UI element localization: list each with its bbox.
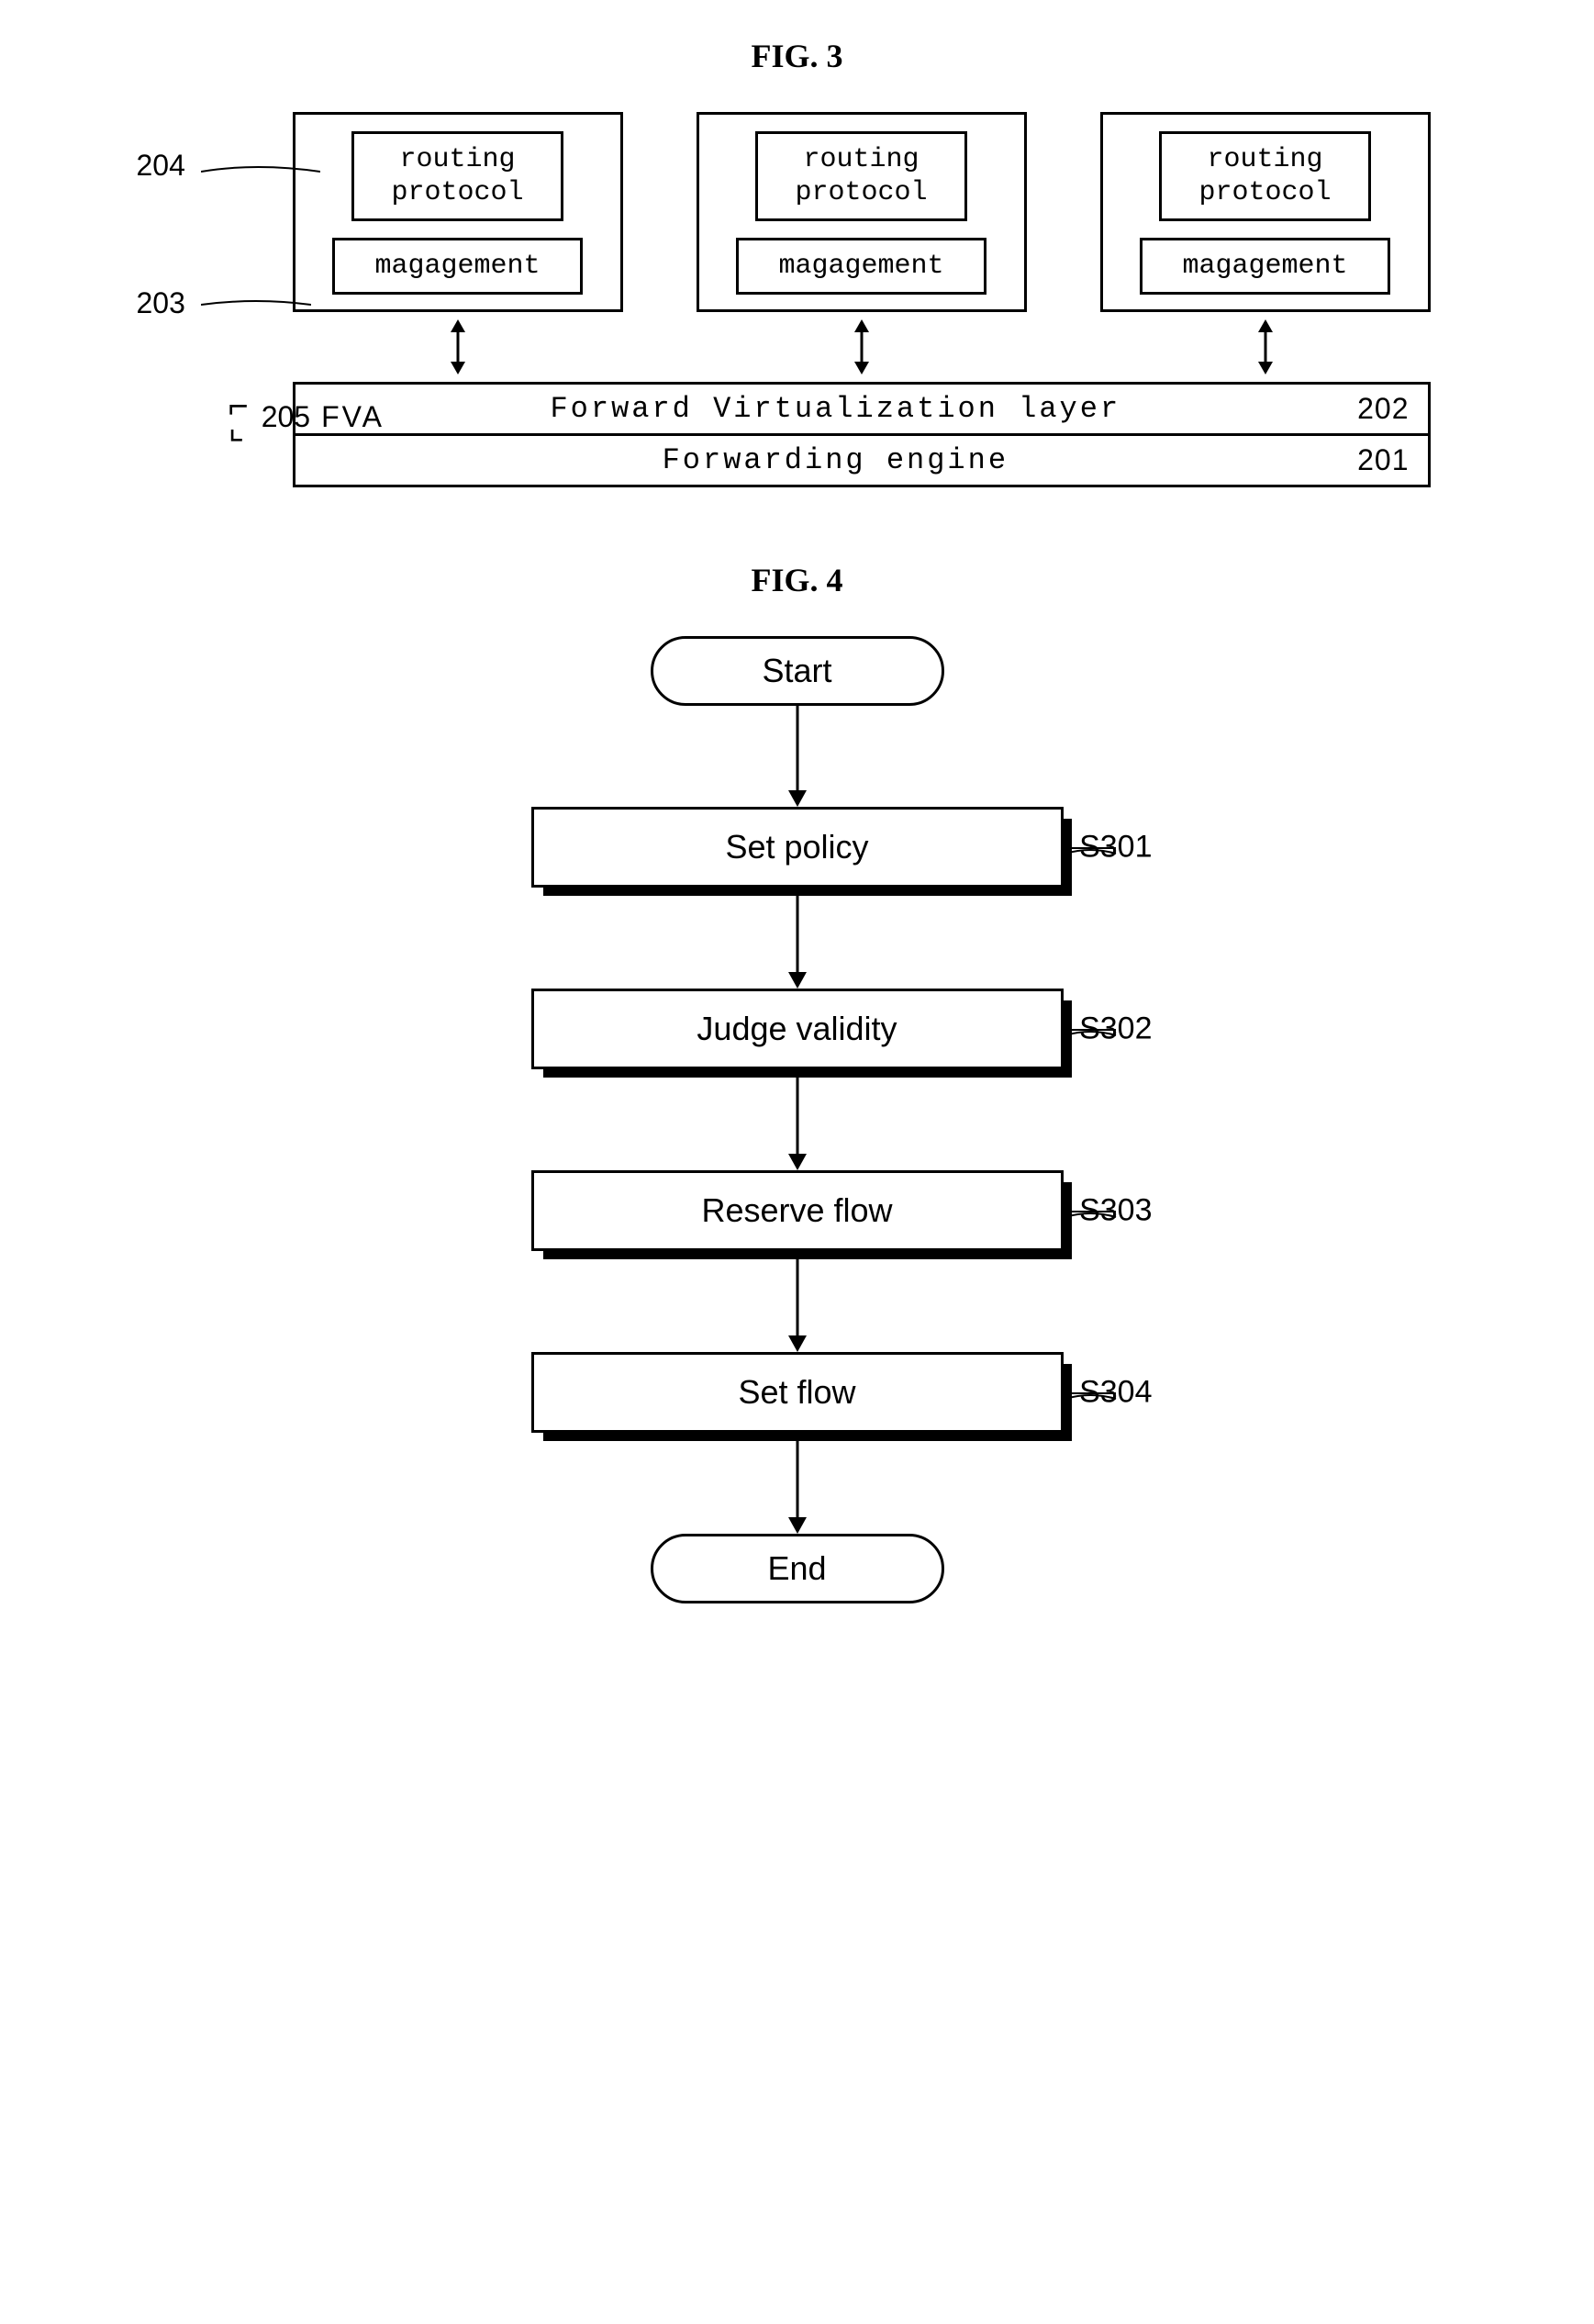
start-terminator: Start [651, 636, 944, 706]
down-arrow-icon [779, 1433, 816, 1534]
down-arrow-icon [779, 888, 816, 989]
bidir-arrow-icon [843, 319, 880, 374]
layer-fe-text: Forwarding engine [314, 443, 1358, 477]
step-s304-label: S304 [1079, 1375, 1152, 1411]
layer-fvl-text: Forward Virtualization layer [314, 392, 1358, 426]
layer-fvl-num: 202 [1357, 392, 1409, 426]
bidir-arrow-icon [1247, 319, 1284, 374]
fig3-title: FIG. 3 [37, 37, 1557, 75]
module-3: routing protocol magagement [1100, 112, 1431, 312]
ref-205: 205 [262, 400, 310, 434]
step-s302: Judge validity S302 [531, 989, 1064, 1069]
step-s301-text: Set policy [725, 828, 868, 866]
step-row-s303: Reserve flow S303 [339, 1170, 1256, 1251]
fva-arrows-row [109, 319, 1486, 374]
step-s302-label: S302 [1079, 1011, 1152, 1047]
module-1: routing protocol magagement [293, 112, 623, 312]
step-row-s304: Set flow S304 [339, 1352, 1256, 1433]
step-s303-label: S303 [1079, 1193, 1152, 1229]
fva-label: ⌐⌞ 205 FVA [229, 397, 385, 439]
bidir-arrow-icon [440, 319, 476, 374]
fig3-diagram: 204 203 routing protocol magagement rout… [109, 112, 1486, 487]
step-s304: Set flow S304 [531, 1352, 1064, 1433]
management-box: magagement [736, 238, 987, 295]
layer-fe-num: 201 [1357, 443, 1409, 477]
layer-fe: Forwarding engine 201 [293, 436, 1431, 487]
management-box: magagement [1140, 238, 1391, 295]
step-row-s302: Judge validity S302 [339, 989, 1256, 1069]
routing-protocol-box: routing protocol [1159, 131, 1372, 221]
module-2: routing protocol magagement [697, 112, 1027, 312]
figure-4: FIG. 4 Start Set policy S301 Judge valid… [37, 561, 1557, 1603]
step-row-s301: Set policy S301 [339, 807, 1256, 888]
fig4-title: FIG. 4 [37, 561, 1557, 599]
step-s304-text: Set flow [738, 1373, 855, 1411]
step-s303: Reserve flow S303 [531, 1170, 1064, 1251]
end-terminator: End [651, 1534, 944, 1603]
step-s302-text: Judge validity [697, 1010, 897, 1047]
fva-text: FVA [321, 400, 385, 434]
management-box: magagement [332, 238, 584, 295]
routing-protocol-box: routing protocol [755, 131, 968, 221]
routing-protocol-box: routing protocol [351, 131, 564, 221]
step-s301: Set policy S301 [531, 807, 1064, 888]
step-s301-label: S301 [1079, 830, 1152, 866]
step-s303-text: Reserve flow [701, 1191, 892, 1229]
down-arrow-icon [779, 706, 816, 807]
fig4-flowchart: Start Set policy S301 Judge validity S30… [339, 636, 1256, 1603]
down-arrow-icon [779, 1251, 816, 1352]
down-arrow-icon [779, 1069, 816, 1170]
figure-3: FIG. 3 204 203 routing protocol magageme… [37, 37, 1557, 487]
layer-fvl: Forward Virtualization layer 202 [293, 382, 1431, 436]
fig3-modules-row: routing protocol magagement routing prot… [109, 112, 1486, 312]
